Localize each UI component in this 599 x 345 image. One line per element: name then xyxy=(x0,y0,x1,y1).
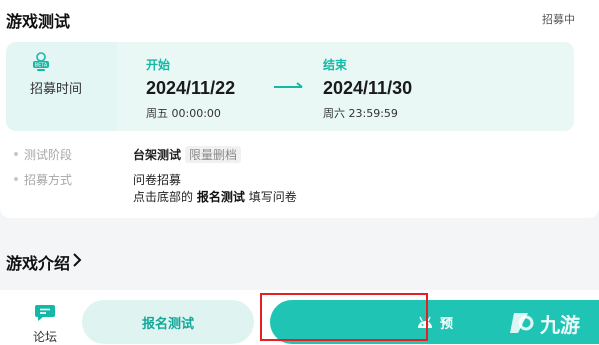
method-line2: 点击底部的 报名测试 填写问卷 xyxy=(133,188,297,205)
info-row-stage: 测试阶段 台架测试 限量删档 xyxy=(0,146,599,164)
bullet-dot xyxy=(14,177,18,181)
recruit-time-label: 招募时间 xyxy=(30,82,83,97)
svg-text:BETA: BETA xyxy=(35,63,48,69)
end-time: 周六 23:59:59 xyxy=(323,107,398,120)
stage-value-text: 台架测试 xyxy=(133,148,182,162)
stage-tag: 限量删档 xyxy=(185,146,242,163)
method-line1: 问卷招募 xyxy=(133,173,182,187)
forum-button[interactable]: 论坛 xyxy=(20,292,70,344)
chevron-right-icon[interactable] xyxy=(72,253,82,267)
start-label: 开始 xyxy=(146,58,171,72)
forum-label: 论坛 xyxy=(32,330,57,344)
signup-test-button[interactable]: 报名测试 xyxy=(82,300,254,344)
end-label: 结束 xyxy=(323,58,348,72)
recruit-time-panel: BETA 招募时间 开始 2024/11/22 周五 00:00:00 结束 2… xyxy=(6,42,574,131)
info-row-method: 招募方式 问卷招募 点击底部的 报名测试 填写问卷 xyxy=(0,171,599,205)
method-key: 招募方式 xyxy=(24,173,73,187)
arrow-right-icon xyxy=(274,82,303,88)
bullet-dot xyxy=(14,152,18,156)
method-line2-bold: 报名测试 xyxy=(196,190,245,204)
status-badge: 招募中 xyxy=(542,13,575,26)
jiuyou-watermark-logo: 九游 xyxy=(510,313,580,337)
method-line2-post: 填写问卷 xyxy=(248,190,297,204)
chat-bubble-icon xyxy=(35,305,55,321)
start-date: 2024/11/22 xyxy=(146,78,236,98)
download-label: 预 xyxy=(439,315,453,331)
game-test-card: 游戏测试 招募中 BETA 招募时间 开始 2024/11/22 周五 00:0… xyxy=(0,0,599,218)
time-dates: 开始 2024/11/22 周五 00:00:00 结束 2024/11/30 … xyxy=(117,42,574,131)
start-time: 周五 00:00:00 xyxy=(146,107,221,120)
beta-badge-icon: BETA xyxy=(33,52,49,71)
stage-value: 台架测试 限量删档 xyxy=(133,146,242,163)
stage-key: 测试阶段 xyxy=(24,148,73,162)
method-line2-pre: 点击底部的 xyxy=(133,190,194,204)
end-date: 2024/11/30 xyxy=(323,78,413,98)
section-title: 游戏测试 xyxy=(6,12,71,31)
time-label-box: BETA 招募时间 xyxy=(6,42,117,131)
watermark-text: 九游 xyxy=(539,313,580,337)
android-icon xyxy=(417,316,432,328)
game-intro-title[interactable]: 游戏介绍 xyxy=(6,250,70,274)
